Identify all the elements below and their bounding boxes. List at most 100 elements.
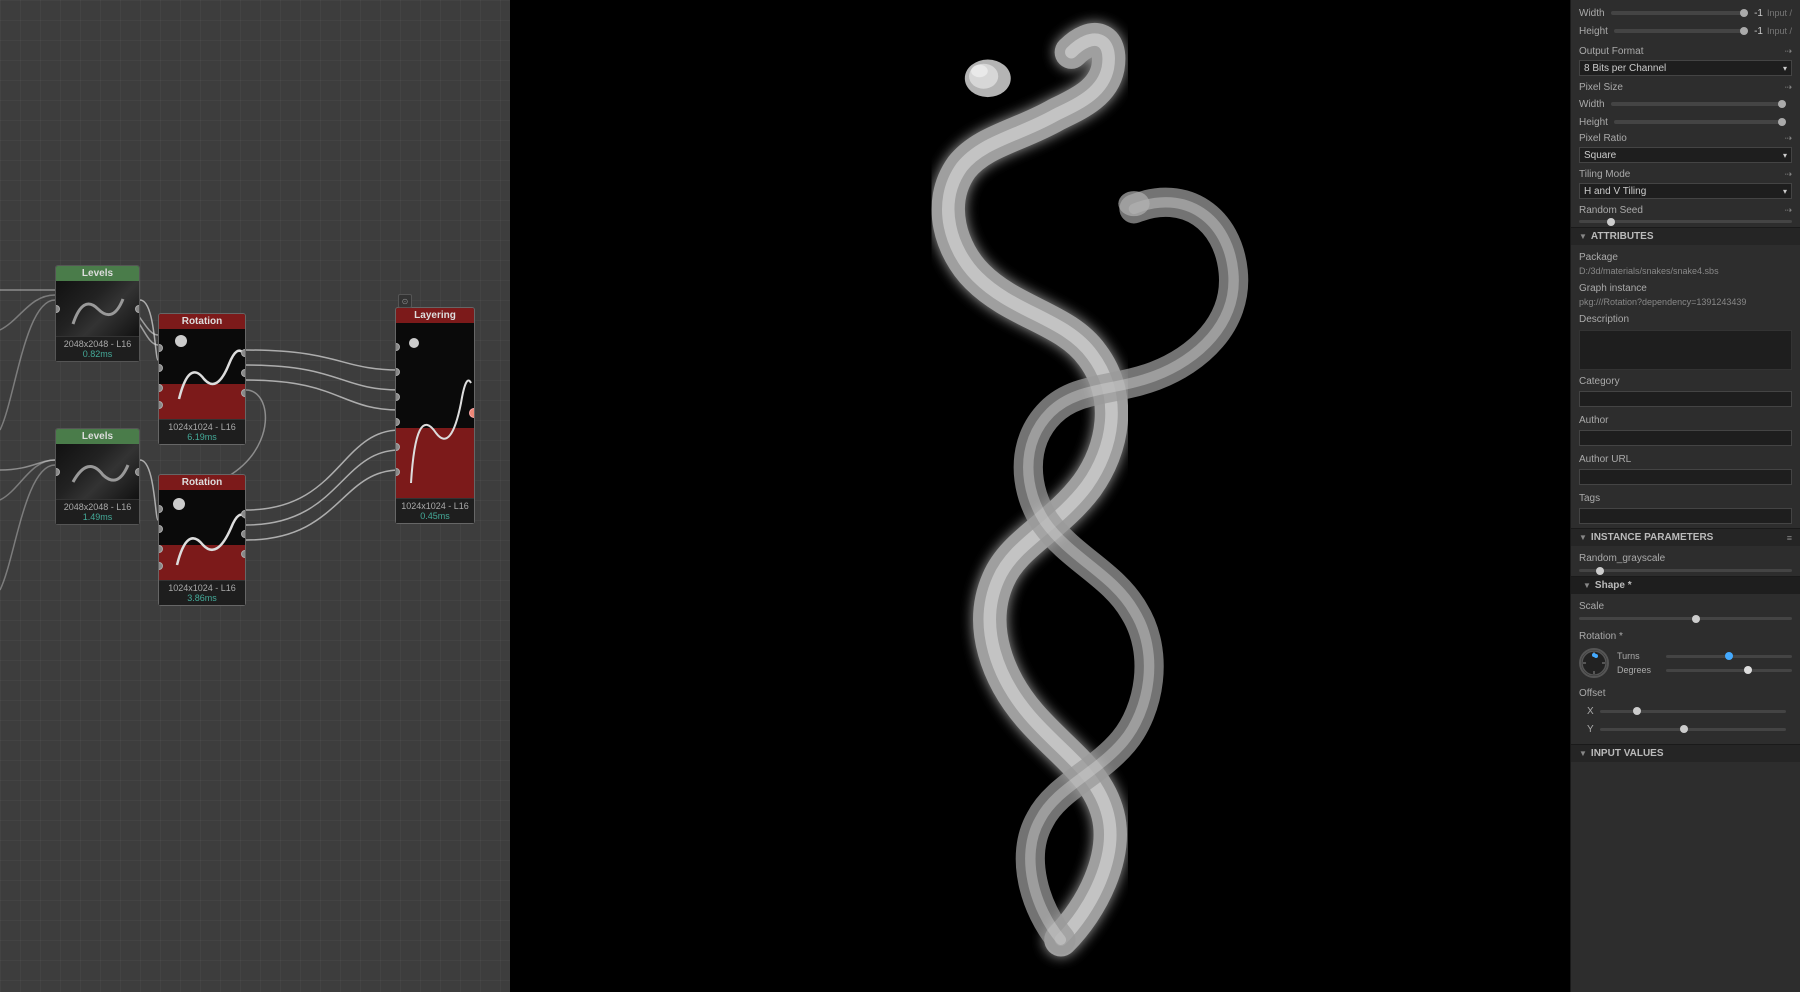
port-levels2-in[interactable] bbox=[56, 468, 60, 476]
pixel-ratio-link-icon[interactable]: ⇢ bbox=[1784, 133, 1792, 144]
instance-params-arrow: ▼ bbox=[1579, 533, 1587, 542]
graph-instance-value: pkg:///Rotation?dependency=1391243439 bbox=[1571, 297, 1800, 310]
width-row: Width -1 Input / bbox=[1571, 4, 1800, 22]
offset-row: Offset bbox=[1571, 684, 1800, 702]
node-header-layering: Layering bbox=[396, 308, 474, 323]
offset-y-slider[interactable] bbox=[1600, 728, 1786, 731]
instance-params-icon: ≡ bbox=[1787, 533, 1792, 543]
shape-arrow: ▼ bbox=[1583, 581, 1591, 590]
node-footer-levels1: 2048x2048 - L16 0.82ms bbox=[56, 336, 139, 361]
category-input[interactable] bbox=[1579, 391, 1792, 407]
node-graph[interactable]: Levels 2048x2048 - L16 0.82ms Levels 2 bbox=[0, 0, 510, 992]
node-header-rotation1: Rotation bbox=[159, 314, 245, 329]
port-rotation2-out1[interactable] bbox=[241, 510, 245, 518]
node-preview-rotation1 bbox=[159, 329, 245, 419]
offset-y-row: Y bbox=[1571, 720, 1800, 738]
port-layering-out[interactable] bbox=[469, 408, 474, 418]
offset-x-row: X bbox=[1571, 702, 1800, 720]
tiling-mode-field[interactable]: H and V Tiling ▾ bbox=[1571, 182, 1800, 203]
port-rotation1-out1[interactable] bbox=[241, 349, 245, 357]
scale-row: Scale bbox=[1571, 597, 1800, 615]
node-rotation-2[interactable]: Rotation 1024x1024 - L16 3.86ms bbox=[158, 474, 246, 606]
random-seed-link-icon[interactable]: ⇢ bbox=[1784, 205, 1792, 216]
author-row: Author bbox=[1571, 411, 1800, 429]
turns-row: Turns bbox=[1617, 651, 1792, 661]
port-rotation2-out2[interactable] bbox=[241, 530, 245, 538]
node-camera-icon: ⊙ bbox=[398, 294, 412, 308]
rotation-row: Rotation * bbox=[1571, 627, 1800, 645]
pixel-size-header: Pixel Size ⇢ bbox=[1571, 80, 1800, 95]
port-levels2-out[interactable] bbox=[135, 468, 139, 476]
node-footer-rotation1: 1024x1024 - L16 6.19ms bbox=[159, 419, 245, 444]
output-format-link-icon[interactable]: ⇢ bbox=[1784, 46, 1792, 57]
node-footer-levels2: 2048x2048 - L16 1.49ms bbox=[56, 499, 139, 524]
turns-slider[interactable] bbox=[1666, 655, 1792, 658]
port-rotation2-out3[interactable] bbox=[241, 550, 245, 558]
port-rotation1-out2[interactable] bbox=[241, 369, 245, 377]
category-row: Category bbox=[1571, 372, 1800, 390]
viewport[interactable] bbox=[510, 0, 1570, 992]
rotation-controls: Turns Degrees bbox=[1617, 651, 1792, 675]
snake-svg bbox=[510, 0, 1570, 992]
pixel-ratio-header: Pixel Ratio ⇢ bbox=[1571, 131, 1800, 146]
node-preview-layering bbox=[396, 323, 474, 498]
description-row: Description bbox=[1571, 310, 1800, 328]
degrees-row: Degrees bbox=[1617, 665, 1792, 675]
node-header-rotation2: Rotation bbox=[159, 475, 245, 490]
pixel-width-row: Width bbox=[1571, 95, 1800, 113]
graph-instance-row: Graph instance bbox=[1571, 279, 1800, 297]
tiling-mode-link-icon[interactable]: ⇢ bbox=[1784, 169, 1792, 180]
author-field[interactable] bbox=[1571, 429, 1800, 450]
rotation-dial[interactable] bbox=[1579, 648, 1609, 678]
pixel-size-link-icon[interactable]: ⇢ bbox=[1784, 82, 1792, 93]
port-rotation1-out3[interactable] bbox=[241, 389, 245, 397]
random-grayscale-row: Random_grayscale bbox=[1571, 549, 1800, 567]
height-row: Height -1 Input / bbox=[1571, 22, 1800, 40]
input-values-section-header[interactable]: ▼ INPUT VALUES bbox=[1571, 744, 1800, 762]
node-header-levels-1: Levels bbox=[56, 266, 139, 281]
author-url-field[interactable] bbox=[1571, 468, 1800, 489]
node-footer-rotation2: 1024x1024 - L16 3.86ms bbox=[159, 580, 245, 605]
node-preview-levels2 bbox=[63, 447, 133, 497]
random-grayscale-slider[interactable] bbox=[1571, 567, 1800, 576]
instance-params-section-header[interactable]: ▼ INSTANCE PARAMETERS ≡ bbox=[1571, 528, 1800, 546]
tags-input[interactable] bbox=[1579, 508, 1792, 524]
package-value: D:/3d/materials/snakes/snake4.sbs bbox=[1571, 266, 1800, 279]
rotation-dial-svg bbox=[1579, 648, 1609, 678]
degrees-slider[interactable] bbox=[1666, 669, 1792, 672]
tags-row: Tags bbox=[1571, 489, 1800, 507]
node-layering[interactable]: ⊙ Layering 1024x1024 - L16 0.45ms bbox=[395, 307, 475, 524]
input-values-arrow: ▼ bbox=[1579, 749, 1587, 758]
description-field[interactable] bbox=[1579, 330, 1792, 370]
pixel-height-row: Height bbox=[1571, 113, 1800, 131]
node-levels-1[interactable]: Levels 2048x2048 - L16 0.82ms bbox=[55, 265, 140, 362]
node-rotation-1[interactable]: Rotation 1024x1024 - L16 6.19ms bbox=[158, 313, 246, 445]
node-preview-rotation2 bbox=[159, 490, 245, 580]
node-levels-2[interactable]: Levels 2048x2048 - L16 1.49ms bbox=[55, 428, 140, 525]
attributes-section-header[interactable]: ▼ ATTRIBUTES bbox=[1571, 227, 1800, 245]
pixel-ratio-field[interactable]: Square ▾ bbox=[1571, 146, 1800, 167]
output-format-field[interactable]: 8 Bits per Channel ▾ bbox=[1571, 59, 1800, 80]
port-levels1-out[interactable] bbox=[135, 305, 139, 313]
rotation-widget-area: Turns Degrees bbox=[1571, 645, 1800, 684]
random-seed-slider[interactable] bbox=[1571, 218, 1800, 227]
scale-slider[interactable] bbox=[1571, 615, 1800, 624]
shape-subsection-header[interactable]: ▼ Shape * bbox=[1571, 576, 1800, 594]
author-input[interactable] bbox=[1579, 430, 1792, 446]
tiling-mode-header: Tiling Mode ⇢ bbox=[1571, 167, 1800, 182]
attributes-arrow: ▼ bbox=[1579, 232, 1587, 241]
author-url-input[interactable] bbox=[1579, 469, 1792, 485]
node-footer-layering: 1024x1024 - L16 0.45ms bbox=[396, 498, 474, 523]
snake-render bbox=[510, 0, 1570, 992]
output-format-row: Output Format ⇢ bbox=[1571, 44, 1800, 59]
random-seed-header: Random Seed ⇢ bbox=[1571, 203, 1800, 218]
port-levels1-in[interactable] bbox=[56, 305, 60, 313]
category-field[interactable] bbox=[1571, 390, 1800, 411]
right-panel: Width -1 Input / Height -1 Input / Outpu… bbox=[1570, 0, 1800, 992]
offset-x-slider[interactable] bbox=[1600, 710, 1786, 713]
node-header-levels-2: Levels bbox=[56, 429, 139, 444]
tags-field[interactable] bbox=[1571, 507, 1800, 528]
package-row: Package bbox=[1571, 248, 1800, 266]
node-preview-levels1 bbox=[63, 284, 133, 334]
author-url-row: Author URL bbox=[1571, 450, 1800, 468]
